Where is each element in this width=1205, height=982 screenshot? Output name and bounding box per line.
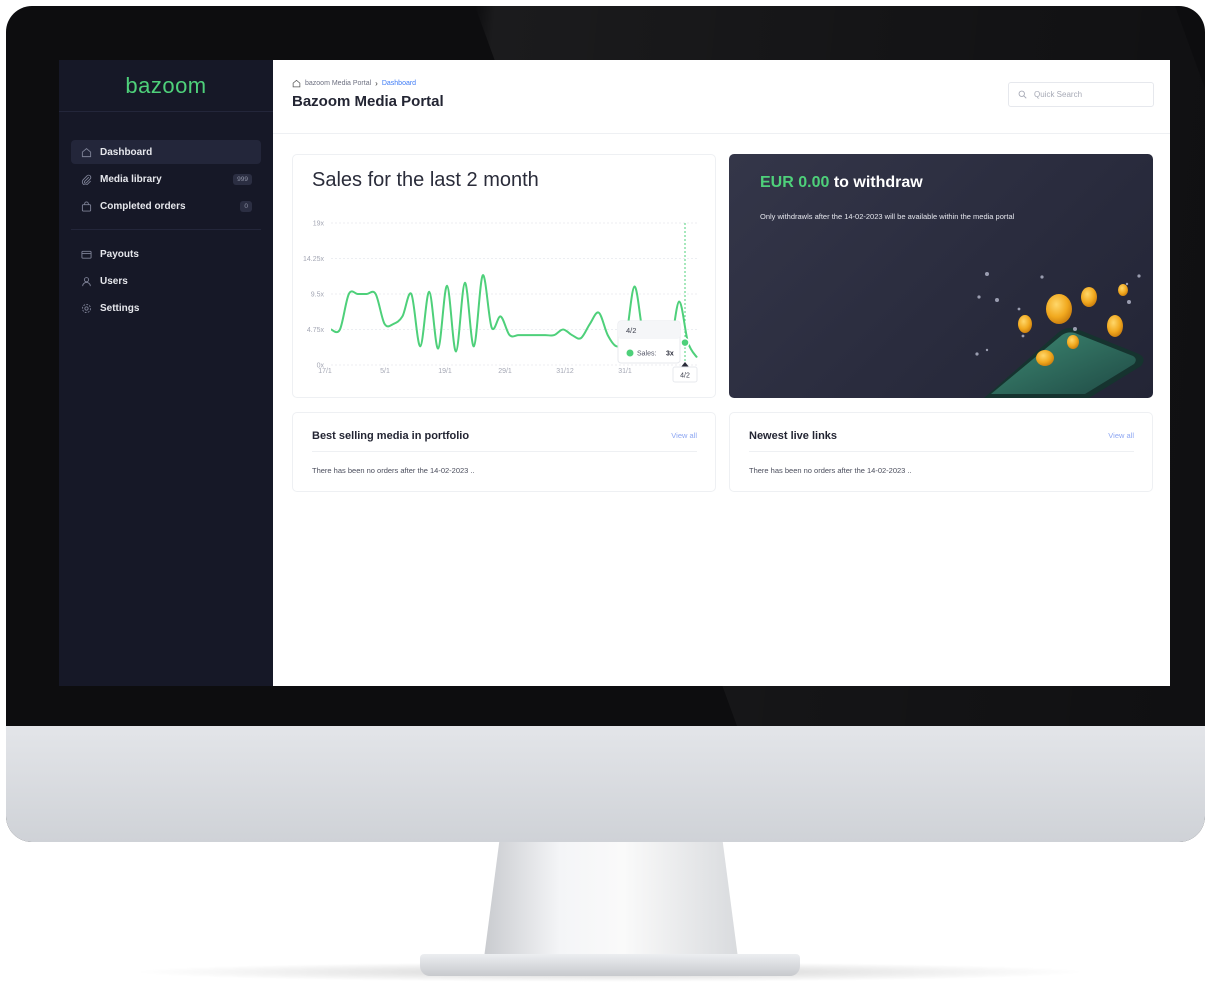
breadcrumb-root[interactable]: bazoom Media Portal (305, 80, 371, 87)
sales-line-chart[interactable]: 0x4.75x9.5x14.25x19x17/1 5/1 19/1 29/1 31/12… (293, 155, 717, 399)
crosshair-label: 4/2 (680, 373, 690, 380)
chevron-right-icon: › (375, 79, 378, 88)
sidebar-item-label: Dashboard (100, 146, 153, 158)
view-all-link[interactable]: View all (1108, 431, 1134, 440)
card-title: Newest live links (749, 430, 838, 442)
count-badge: 0 (240, 200, 252, 212)
empty-message: There has been no orders after the 14-02… (312, 466, 475, 475)
gear-icon (80, 302, 92, 314)
search-icon (1018, 90, 1027, 99)
y-tick-label: 19x (313, 221, 325, 228)
home-icon[interactable] (292, 79, 301, 88)
x-tick-label: 29/1 (498, 368, 512, 375)
search-placeholder: Quick Search (1034, 90, 1083, 99)
shopping-bag-icon (80, 200, 92, 212)
sidebar-item-label: Users (100, 275, 128, 287)
logo[interactable]: bazoom (59, 60, 273, 112)
divider (749, 451, 1134, 452)
tooltip-date: 4/2 (626, 326, 636, 335)
withdraw-suffix: to withdraw (833, 174, 923, 191)
x-tick-label: 19/1 (438, 368, 452, 375)
withdraw-amount: EUR 0.00 (760, 174, 830, 191)
screen: bazoom Dashboard Media library 999 Compl… (59, 60, 1170, 686)
user-icon (80, 275, 92, 287)
withdraw-note: Only withdrawls after the 14-02-2023 wil… (760, 212, 1015, 221)
sidebar-item-media-library[interactable]: Media library 999 (71, 167, 261, 191)
credit-card-icon (80, 248, 92, 260)
monitor-stand (484, 842, 738, 958)
x-tick-label: 5/1 (380, 368, 390, 375)
y-tick-label: 4.75x (307, 327, 325, 334)
view-all-link[interactable]: View all (671, 431, 697, 440)
header: bazoom Media Portal › Dashboard Bazoom M… (273, 60, 1170, 134)
divider (312, 451, 697, 452)
breadcrumb: bazoom Media Portal › Dashboard (292, 79, 416, 88)
y-tick-label: 9.5x (311, 292, 325, 299)
sidebar-nav: Dashboard Media library 999 Completed or… (59, 112, 273, 320)
monitor-chin (6, 726, 1205, 842)
sidebar-item-users[interactable]: Users (71, 269, 261, 293)
search-input[interactable]: Quick Search (1008, 82, 1154, 107)
newest-links-card: Newest live links View all There has bee… (729, 412, 1153, 492)
y-tick-label: 14.25x (303, 256, 325, 263)
sidebar-item-completed-orders[interactable]: Completed orders 0 (71, 194, 261, 218)
sidebar-item-label: Media library (100, 173, 162, 185)
x-tick-label: 17/1 (318, 368, 332, 375)
tooltip-value: 3x (666, 351, 674, 358)
highlight-point (680, 337, 690, 348)
count-badge: 999 (233, 173, 252, 185)
monitor-stand-base (420, 954, 800, 976)
empty-message: There has been no orders after the 14-02… (749, 466, 912, 475)
best-selling-card: Best selling media in portfolio View all… (292, 412, 716, 492)
phone-shape (984, 328, 1144, 398)
paperclip-icon (80, 173, 92, 185)
sales-chart-card: Sales for the last 2 month 0x 4.75x 9.5x 14… (292, 154, 716, 398)
x-tick-label: 31/12 (556, 368, 574, 375)
sidebar-item-payouts[interactable]: Payouts (71, 242, 261, 266)
main-content: bazoom Media Portal › Dashboard Bazoom M… (273, 60, 1170, 686)
withdraw-title: EUR 0.00 to withdraw (760, 174, 923, 192)
home-icon (80, 146, 92, 158)
logo-text[interactable]: bazoom (125, 73, 206, 99)
sidebar-item-label: Completed orders (100, 200, 186, 212)
monitor: bazoom Dashboard Media library 999 Compl… (6, 6, 1205, 842)
sidebar-item-label: Payouts (100, 248, 139, 260)
nav-divider (71, 229, 261, 230)
tooltip-legend-dot (626, 349, 634, 357)
breadcrumb-current[interactable]: Dashboard (382, 80, 416, 87)
sidebar: bazoom Dashboard Media library 999 Compl… (59, 60, 273, 686)
sidebar-item-label: Settings (100, 302, 140, 314)
x-tick-label: 31/1 (618, 368, 632, 375)
card-title: Best selling media in portfolio (312, 430, 470, 442)
page-title: Bazoom Media Portal (292, 93, 444, 110)
sidebar-item-dashboard[interactable]: Dashboard (71, 140, 261, 164)
tooltip-series-label: Sales: (637, 351, 657, 358)
sidebar-item-settings[interactable]: Settings (71, 296, 261, 320)
withdraw-card: EUR 0.00 to withdraw Only withdrawls aft… (729, 154, 1153, 398)
